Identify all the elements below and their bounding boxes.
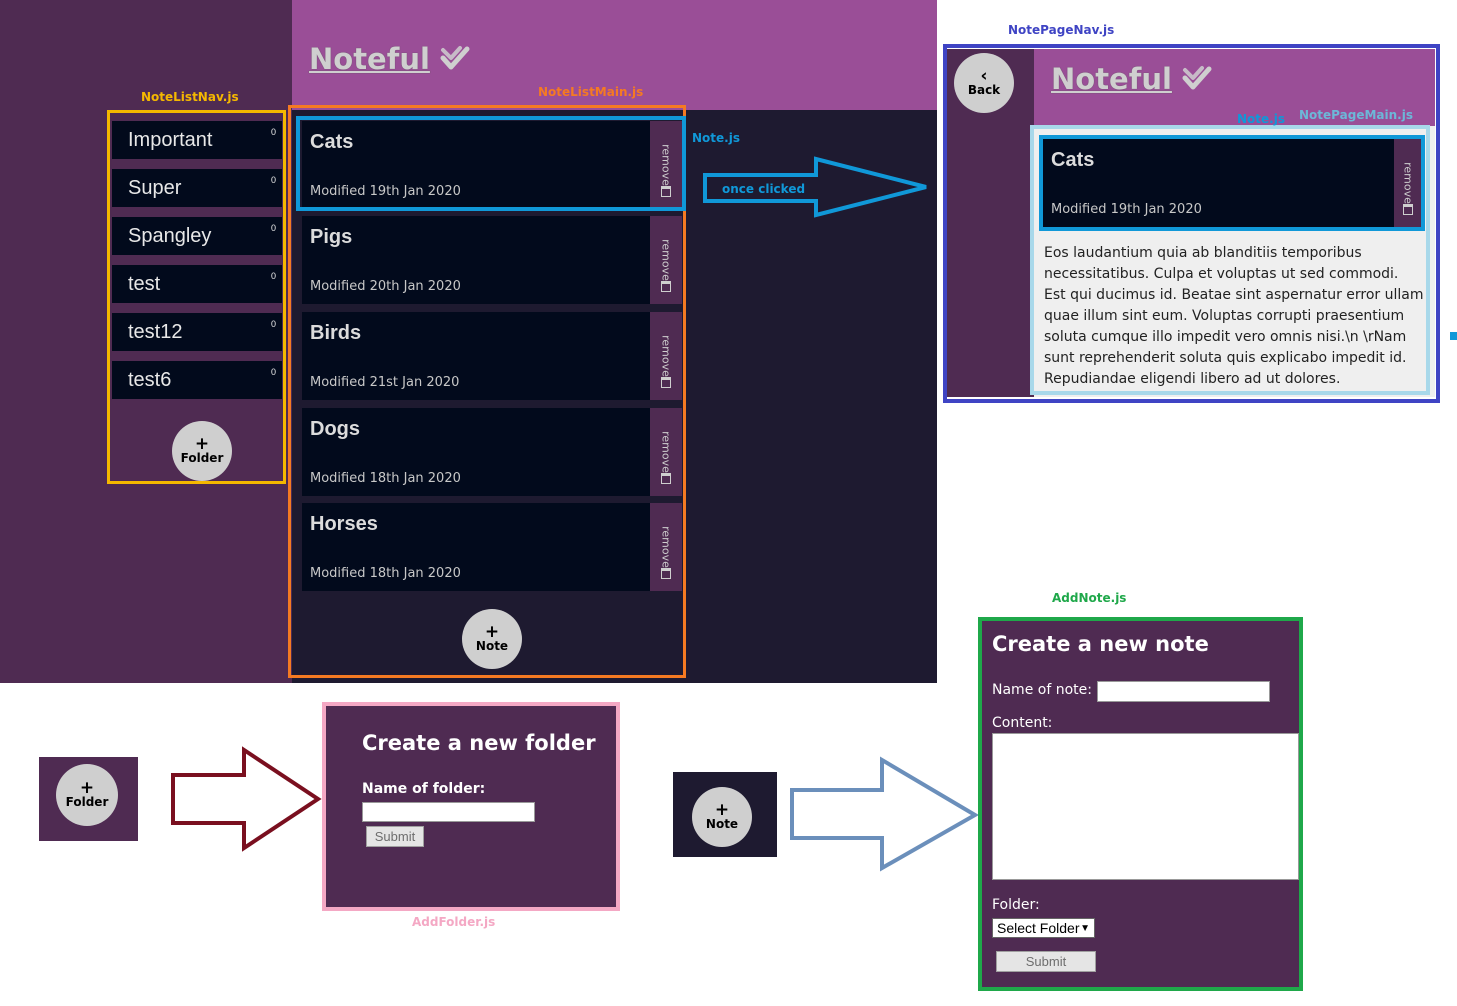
dropdown-arrow-icon: ▼: [1080, 922, 1090, 934]
note-list-main-annotation: NoteListMain.js: [538, 85, 644, 99]
note-outline: [296, 116, 686, 211]
note-list-nav-annotation: NoteListNav.js: [141, 90, 239, 104]
note-page-note-outline: [1039, 135, 1425, 231]
plus-icon: +: [714, 800, 730, 820]
note-content-textarea[interactable]: [992, 733, 1299, 880]
app-logo[interactable]: Noteful: [309, 42, 470, 76]
add-note-label: Note: [705, 817, 739, 831]
add-note-title: Create a new note: [992, 632, 1209, 656]
add-note-flow-arrow: [790, 756, 979, 872]
note-annotation: Note.js: [692, 131, 740, 145]
app-logo-text: Noteful: [309, 42, 430, 76]
once-clicked-annotation: once clicked: [722, 182, 806, 196]
folder-select-value: Select Folder: [997, 920, 1080, 936]
add-note-submit-button[interactable]: Submit: [996, 951, 1096, 972]
add-folder-annotation: AddFolder.js: [412, 915, 496, 929]
add-folder-trigger-button[interactable]: + Folder: [56, 764, 118, 826]
folder-name-input[interactable]: [362, 802, 535, 822]
note-page-main-annotation: NotePageMain.js: [1299, 108, 1413, 122]
note-list-nav-outline: [107, 110, 286, 484]
folder-select-label: Folder:: [992, 897, 1040, 913]
double-check-icon: [440, 46, 470, 70]
note-page-nav-annotation: NotePageNav.js: [1008, 23, 1115, 37]
folder-name-label: Name of folder:: [362, 781, 486, 797]
add-note-annotation: AddNote.js: [1052, 591, 1127, 605]
content-label: Content:: [992, 715, 1053, 731]
add-folder-title: Create a new folder: [362, 731, 596, 755]
note-name-input[interactable]: [1097, 681, 1270, 702]
plus-icon: +: [79, 778, 95, 798]
add-note-trigger-button[interactable]: + Note: [692, 787, 752, 847]
note-name-label: Name of note:: [992, 682, 1092, 698]
note-page-note-annotation: Note.js: [1237, 112, 1285, 126]
add-folder-submit-button[interactable]: Submit: [366, 826, 424, 847]
add-folder-label: Folder: [65, 795, 109, 809]
add-folder-flow-arrow: [171, 746, 322, 852]
edge-marker: [1450, 332, 1457, 340]
folder-select[interactable]: Select Folder ▼: [992, 918, 1095, 938]
